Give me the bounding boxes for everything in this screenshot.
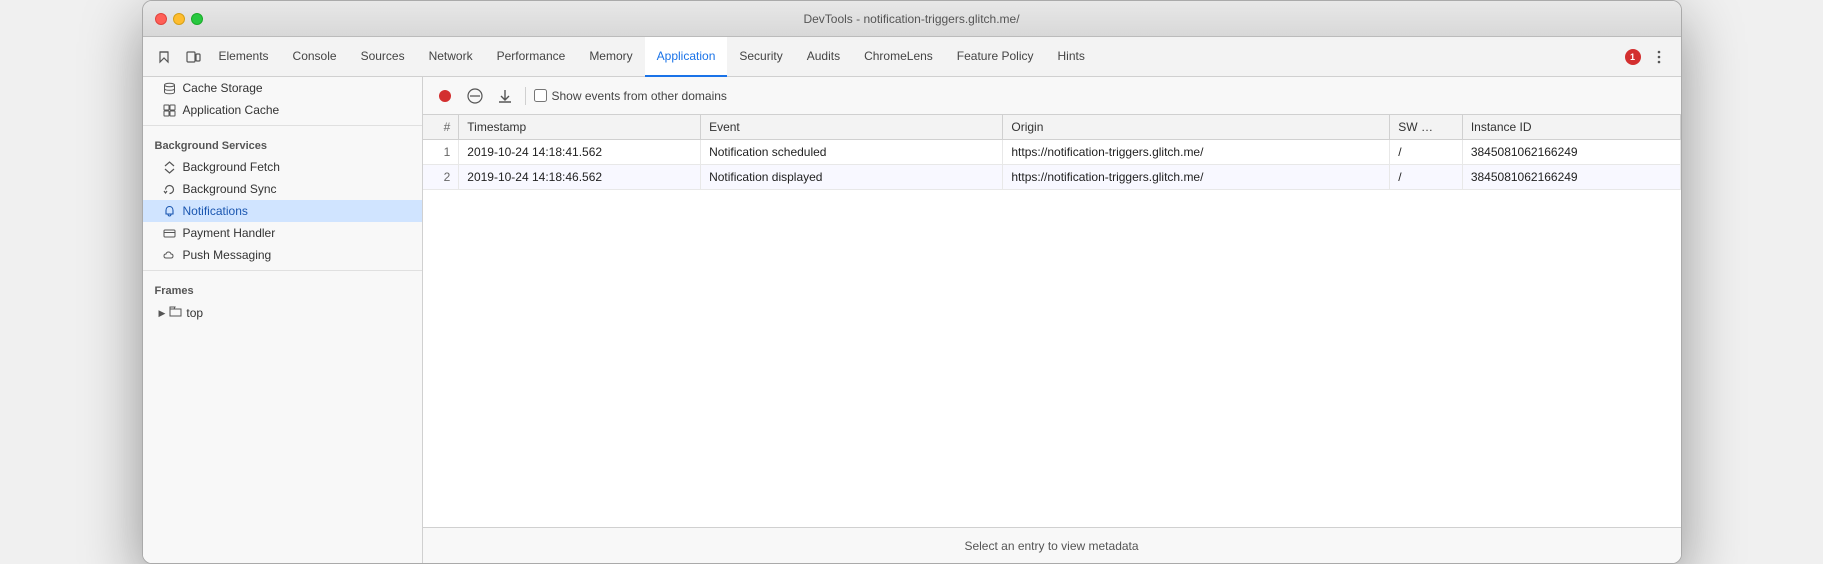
- devtools-window: DevTools - notification-triggers.glitch.…: [142, 0, 1682, 564]
- clear-button[interactable]: [463, 84, 487, 108]
- folder-icon: [169, 305, 182, 321]
- cloud-icon: [163, 248, 177, 262]
- bg-services-header: Background Services: [143, 130, 422, 156]
- frames-header: Frames: [143, 275, 422, 301]
- inspect-icon-btn[interactable]: [151, 43, 179, 71]
- toolbar-separator: [525, 87, 526, 105]
- download-button[interactable]: [493, 84, 517, 108]
- notifications-table: # Timestamp Event Origin SW … Instance I…: [423, 115, 1681, 190]
- devtools-container: Elements Console Sources Network Perform…: [143, 37, 1681, 563]
- sidebar-divider-1: [143, 125, 422, 126]
- status-bar: Select an entry to view metadata: [423, 527, 1681, 563]
- title-bar: DevTools - notification-triggers.glitch.…: [143, 1, 1681, 37]
- grid-icon: [163, 103, 177, 117]
- sync-icon: [163, 182, 177, 196]
- sidebar-label-bg-fetch: Background Fetch: [183, 160, 280, 174]
- sidebar-item-notifications[interactable]: Notifications: [143, 200, 422, 222]
- sidebar-item-bg-sync[interactable]: Background Sync: [143, 178, 422, 200]
- window-title: DevTools - notification-triggers.glitch.…: [803, 12, 1019, 26]
- arrows-icon: [163, 160, 177, 174]
- tab-right-area: 1: [1625, 43, 1673, 71]
- database-icon: [163, 81, 177, 95]
- tab-elements[interactable]: Elements: [207, 37, 281, 77]
- frames-label-top: top: [186, 306, 203, 320]
- sidebar-divider-2: [143, 270, 422, 271]
- sidebar-label-notifications: Notifications: [183, 204, 248, 218]
- error-badge[interactable]: 1: [1625, 49, 1641, 65]
- sidebar-item-cache-storage[interactable]: Cache Storage: [143, 77, 422, 99]
- tab-network[interactable]: Network: [417, 37, 485, 77]
- tab-chromelens[interactable]: ChromeLens: [852, 37, 945, 77]
- col-header-num: #: [423, 115, 459, 140]
- table-row[interactable]: 12019-10-24 14:18:41.562Notification sch…: [423, 140, 1681, 165]
- cell-timestamp: 2019-10-24 14:18:41.562: [459, 140, 701, 165]
- tab-performance[interactable]: Performance: [485, 37, 578, 77]
- cell-sw: /: [1390, 140, 1463, 165]
- cell-timestamp: 2019-10-24 14:18:46.562: [459, 165, 701, 190]
- sidebar-label-cache-storage: Cache Storage: [183, 81, 263, 95]
- cell-event: Notification scheduled: [701, 140, 1003, 165]
- status-text: Select an entry to view metadata: [964, 539, 1138, 553]
- show-other-domains-label[interactable]: Show events from other domains: [534, 89, 727, 103]
- tab-application[interactable]: Application: [645, 37, 728, 77]
- error-count: 1: [1625, 49, 1641, 65]
- table-header-row: # Timestamp Event Origin SW … Instance I…: [423, 115, 1681, 140]
- record-button[interactable]: [433, 84, 457, 108]
- col-header-event: Event: [701, 115, 1003, 140]
- sidebar: Cache Storage Application Cache: [143, 77, 423, 563]
- cell-event: Notification displayed: [701, 165, 1003, 190]
- cell-num: 2: [423, 165, 459, 190]
- sidebar-item-bg-fetch[interactable]: Background Fetch: [143, 156, 422, 178]
- main-content: Show events from other domains # Timesta…: [423, 77, 1681, 563]
- notifications-toolbar: Show events from other domains: [423, 77, 1681, 115]
- chevron-right-icon: ▶: [159, 308, 166, 319]
- minimize-button[interactable]: [173, 13, 185, 25]
- cell-instance-id: 3845081062166249: [1462, 140, 1680, 165]
- sidebar-label-payment-handler: Payment Handler: [183, 226, 276, 240]
- tab-security[interactable]: Security: [727, 37, 794, 77]
- card-icon: [163, 226, 177, 240]
- maximize-button[interactable]: [191, 13, 203, 25]
- devtools-tabs: Elements Console Sources Network Perform…: [143, 37, 1681, 77]
- notifications-table-container: # Timestamp Event Origin SW … Instance I…: [423, 115, 1681, 527]
- show-other-domains-text: Show events from other domains: [552, 89, 727, 103]
- col-header-timestamp: Timestamp: [459, 115, 701, 140]
- device-icon-btn[interactable]: [179, 43, 207, 71]
- frames-item-top[interactable]: ▶ top: [143, 301, 422, 325]
- sidebar-label-app-cache: Application Cache: [183, 103, 280, 117]
- sidebar-label-push-messaging: Push Messaging: [183, 248, 272, 262]
- bell-icon: [163, 204, 177, 218]
- sidebar-item-app-cache[interactable]: Application Cache: [143, 99, 422, 121]
- sidebar-label-bg-sync: Background Sync: [183, 182, 277, 196]
- more-options-btn[interactable]: [1645, 43, 1673, 71]
- table-row[interactable]: 22019-10-24 14:18:46.562Notification dis…: [423, 165, 1681, 190]
- traffic-lights: [155, 13, 203, 25]
- tab-sources[interactable]: Sources: [349, 37, 417, 77]
- show-other-domains-checkbox[interactable]: [534, 89, 547, 102]
- tab-console[interactable]: Console: [281, 37, 349, 77]
- tab-memory[interactable]: Memory: [577, 37, 644, 77]
- cell-instance-id: 3845081062166249: [1462, 165, 1680, 190]
- cell-num: 1: [423, 140, 459, 165]
- cell-origin: https://notification-triggers.glitch.me/: [1003, 140, 1390, 165]
- col-header-instance: Instance ID: [1462, 115, 1680, 140]
- cell-sw: /: [1390, 165, 1463, 190]
- cell-origin: https://notification-triggers.glitch.me/: [1003, 165, 1390, 190]
- col-header-origin: Origin: [1003, 115, 1390, 140]
- col-header-sw: SW …: [1390, 115, 1463, 140]
- tab-hints[interactable]: Hints: [1046, 37, 1097, 77]
- tab-audits[interactable]: Audits: [795, 37, 852, 77]
- sidebar-item-push-messaging[interactable]: Push Messaging: [143, 244, 422, 266]
- tab-feature-policy[interactable]: Feature Policy: [945, 37, 1046, 77]
- sidebar-item-payment-handler[interactable]: Payment Handler: [143, 222, 422, 244]
- close-button[interactable]: [155, 13, 167, 25]
- devtools-body: Cache Storage Application Cache: [143, 77, 1681, 563]
